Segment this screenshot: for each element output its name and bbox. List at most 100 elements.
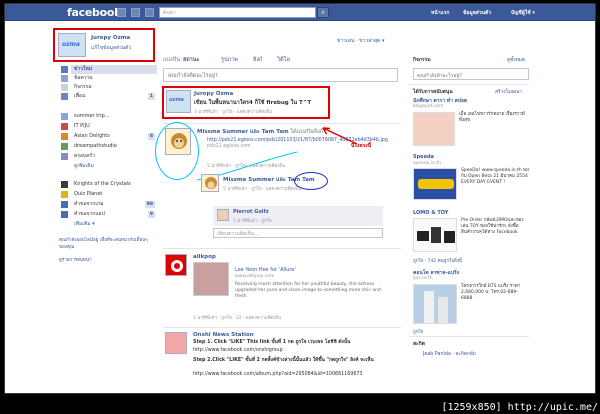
ad-image[interactable] xyxy=(413,112,455,146)
camera-toys-icon xyxy=(417,227,455,243)
ad-text: โครงการใกล้ BTS แบริ่ง ราคา 2,680,000 บ.… xyxy=(461,284,521,301)
shared-link[interactable]: http://pds21.egloos.com/pds/201103/21/87… xyxy=(207,138,388,150)
sidebar-item-game[interactable]: Quiz Planet xyxy=(61,190,157,199)
sidebar-item-app-requests[interactable]: คำขอจากแอป 9 xyxy=(61,210,157,219)
share-label: แบ่งปัน: xyxy=(163,57,182,63)
post-text: Step 2.Click "LIKE" ขั้นที่ 2 กดลิ้งค์ข้… xyxy=(193,358,374,363)
ad-like-link[interactable]: ถูกใจ · 742 คนถูกใจสิ่งนี้ xyxy=(413,257,462,264)
link-title[interactable]: Lee Yeon Hee for 'Allure' xyxy=(235,267,296,273)
comment-input[interactable]: เขียนความคิดเห็น... xyxy=(213,228,383,238)
more-link[interactable]: เพิ่มเติม ▾ xyxy=(71,220,157,229)
sidebar-item-app[interactable]: dreampathstudio xyxy=(61,142,157,151)
share-status-tab[interactable]: สถานะ xyxy=(183,56,200,64)
comment-author[interactable]: Pierrot Golfz xyxy=(233,209,269,215)
avatar[interactable] xyxy=(201,174,219,192)
post-meta[interactable]: 3 นาทีที่แล้ว · ถูกใจ · แสดงความคิดเห็น xyxy=(194,108,272,115)
building-icon xyxy=(424,291,448,323)
messages-icon xyxy=(61,75,68,82)
post-text: Step 1. Click "LIKE" This link ขั้นที่ 1… xyxy=(193,340,351,345)
game-icon xyxy=(61,181,68,188)
link-url: www.allkpop.com xyxy=(235,274,275,279)
right-status-input[interactable]: คุณกำลังทำอะไรอยู่? xyxy=(413,68,529,80)
game-requests-badge: 98 xyxy=(144,201,155,208)
post-link[interactable]: http://www.facebook.com/album.php?aid=29… xyxy=(193,372,388,378)
app-icon xyxy=(61,143,68,150)
share-photo-tab[interactable]: รูปภาพ xyxy=(221,56,238,64)
magnifier-icon[interactable]: ⌕ xyxy=(317,7,329,18)
game-requests-icon xyxy=(61,201,68,208)
ad-image[interactable] xyxy=(413,218,457,252)
divider xyxy=(163,327,401,328)
status-input[interactable]: คุณกำลังคิดอะไรอยู่? xyxy=(163,68,398,82)
post-meta[interactable]: 1 นาทีที่แล้ว · ถูกใจ · 32 · แสดงความคิด… xyxy=(193,314,281,321)
feed-sort-toggle[interactable]: ข่าวเด่น · ข่าวล่าสุด ▾ xyxy=(337,37,384,45)
post-meta[interactable]: 5 นาทีที่แล้ว · ถูกใจ · แสดงความคิดเห็น xyxy=(207,162,285,169)
sidebar-item-friends[interactable]: เพื่อน 1 xyxy=(61,92,157,101)
friend-requests-icon[interactable] xyxy=(117,8,126,17)
avatar[interactable] xyxy=(165,254,187,276)
chat-list-link[interactable]: ดูรายการสนทนา xyxy=(59,256,92,263)
sidebar-item-game-requests[interactable]: คำขอจากเกม 98 xyxy=(61,200,157,209)
link-description: Receiving much attention for her youthfu… xyxy=(235,282,381,299)
app-count-badge: 8 xyxy=(147,133,155,140)
pokes-heading: สะกิด xyxy=(413,341,426,347)
divider xyxy=(163,248,401,249)
events-see-all[interactable]: ดูทั้งหมด xyxy=(507,56,525,64)
divider xyxy=(409,84,529,85)
avatar[interactable]: ozma xyxy=(58,33,86,57)
sidebar-item-game[interactable]: Knights of the Crystals xyxy=(61,180,157,189)
ad-title[interactable]: Speeda xyxy=(413,154,434,160)
highlighted-post: ozma Juropy Ozma เขียน ในพื้นหนานาใคร4 ก… xyxy=(162,86,330,119)
comment-meta[interactable]: 1 นาทีที่แล้ว · ถูกใจ xyxy=(233,217,272,224)
notifications-icon[interactable] xyxy=(145,8,154,17)
ad-like-link[interactable]: ถูกใจ xyxy=(413,328,423,335)
post-link[interactable]: http://www.facebook.com/onshigroup xyxy=(193,348,388,354)
watermark-text: [1259x850] http://upic.me/ xyxy=(441,402,598,413)
messages-icon[interactable] xyxy=(131,8,140,17)
post-author[interactable]: Missme Summer และ Tam Tam ได้แบ่งปันลิงก… xyxy=(197,128,323,136)
ad-image[interactable] xyxy=(413,168,457,200)
app-icon xyxy=(61,133,68,140)
profile-name[interactable]: Juropy Ozma xyxy=(91,35,130,41)
ad-title[interactable]: LOMO & TOY xyxy=(413,210,448,216)
friends-icon xyxy=(61,93,68,100)
sidebar-item-events[interactable]: กิจกรรม xyxy=(61,83,157,92)
poke-item[interactable]: Jeab Panida · สะกิดกลับ xyxy=(423,350,476,358)
app-requests-icon xyxy=(61,211,68,218)
ad-url: lpn.co.th xyxy=(413,276,433,281)
avatar[interactable] xyxy=(165,332,187,354)
see-more-link[interactable]: ดูเพิ่มเติม xyxy=(71,162,157,171)
divider xyxy=(163,123,401,124)
search-input[interactable]: ค้นหา xyxy=(159,7,316,18)
post-author[interactable]: Juropy Ozma xyxy=(194,91,233,97)
post-meta[interactable]: 5 นาทีที่แล้ว · ถูกใจ · แสดงความคิดเห็น xyxy=(223,185,301,192)
ad-image[interactable] xyxy=(413,284,457,324)
home-link[interactable]: หน้าแรก xyxy=(431,9,449,17)
profile-box[interactable]: ozma Juropy Ozma แก้ไขข้อมูลส่วนตัว xyxy=(53,28,155,62)
post-author[interactable]: allkpop xyxy=(193,254,216,260)
avatar[interactable] xyxy=(217,209,229,221)
avatar[interactable]: ozma xyxy=(166,90,191,113)
profile-link[interactable]: ข้อมูลส่วนตัว xyxy=(463,9,491,17)
sidebar-item-app[interactable]: ครอบครัว xyxy=(61,152,157,161)
sidebar-item-messages[interactable]: ข้อความ xyxy=(61,74,157,83)
events-heading: กิจกรรม xyxy=(413,57,431,63)
newsfeed-icon xyxy=(61,66,68,73)
annotation-label: นี่ไงตรงนี้ xyxy=(351,143,372,149)
post-author[interactable]: Onshi News Station xyxy=(193,332,254,338)
share-video-tab[interactable]: วิดีโอ xyxy=(277,56,290,64)
divider xyxy=(409,336,529,337)
account-menu[interactable]: บัญชีผู้ใช้ ▾ xyxy=(511,9,535,17)
calendar-icon xyxy=(61,84,68,91)
link-thumbnail[interactable] xyxy=(193,262,229,296)
share-link-tab[interactable]: ลิงก์ xyxy=(253,56,262,64)
app-requests-badge: 9 xyxy=(147,211,155,218)
sidebar-item-newsfeed[interactable]: ข่าวใหม่ xyxy=(61,65,157,74)
sidebar-item-app[interactable]: IT PIJU xyxy=(61,122,157,131)
edit-profile-link[interactable]: แก้ไขข้อมูลส่วนตัว xyxy=(91,44,131,52)
facebook-logo[interactable]: facebook xyxy=(67,6,121,19)
create-ad-link[interactable]: สร้างโฆษณา xyxy=(495,88,522,96)
allkpop-logo-icon xyxy=(171,260,183,272)
sidebar-item-app[interactable]: summer trip... xyxy=(61,112,157,121)
sidebar-item-app[interactable]: Asian Delights 8 xyxy=(61,132,157,141)
